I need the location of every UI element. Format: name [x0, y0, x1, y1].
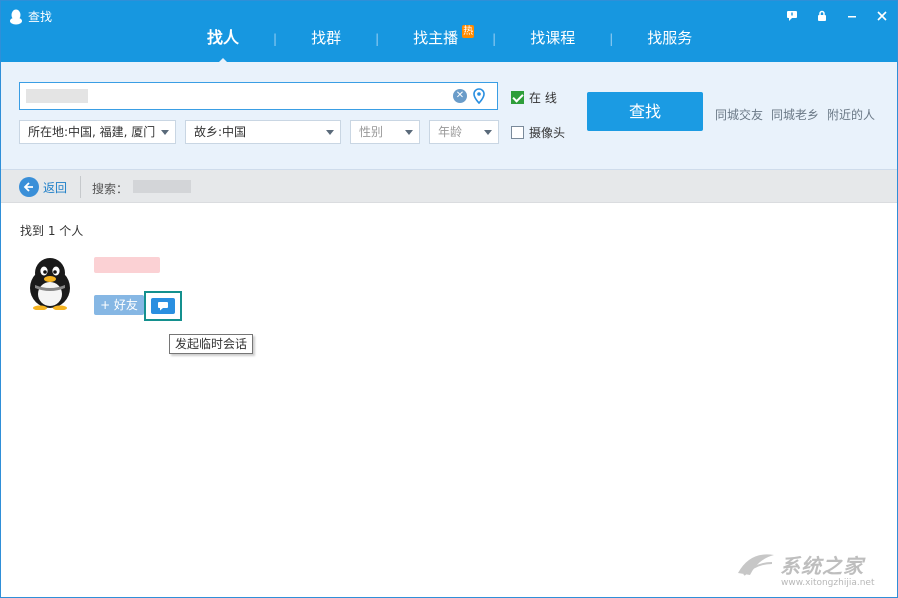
online-check-icon[interactable]: [511, 91, 524, 104]
lock-icon[interactable]: [813, 7, 831, 25]
search-button[interactable]: 查找: [587, 92, 703, 131]
qq-logo-icon: [9, 9, 23, 25]
quick-link-same-city-friends[interactable]: 同城交友: [715, 106, 763, 123]
clear-icon[interactable]: ✕: [453, 89, 467, 103]
camera-checkbox[interactable]: 摄像头: [511, 124, 565, 141]
avatar[interactable]: [25, 256, 75, 310]
online-checkbox[interactable]: 在 线: [511, 89, 557, 106]
find-window: 查找 找人 | 找群 | 找主播 热 |: [0, 0, 898, 598]
result-count: 找到 1 个人: [20, 222, 83, 239]
online-label: 在 线: [529, 89, 557, 106]
search-label: 搜索：: [92, 180, 128, 197]
tab-divider: |: [351, 32, 403, 46]
watermark-url: www.xitongzhijia.net: [781, 578, 874, 588]
location-pin-icon[interactable]: [472, 88, 486, 104]
app-title: 查找: [9, 8, 52, 25]
tab-find-service[interactable]: 找服务: [637, 27, 702, 51]
tab-find-anchor[interactable]: 找主播 热: [403, 27, 468, 51]
window-controls: [783, 7, 891, 25]
chevron-down-icon: [326, 130, 334, 135]
chevron-down-icon: [161, 130, 169, 135]
search-input[interactable]: ✕: [19, 82, 498, 110]
chat-bubble-icon: [157, 301, 169, 311]
nav-divider: [80, 176, 81, 198]
back-arrow-icon: [19, 177, 39, 197]
nickname-redacted: [94, 257, 160, 273]
search-panel: ✕ 在 线 所在地:中国, 福建, 厦门 故乡:中国 性别 年龄 摄像头 查找: [1, 62, 897, 170]
tab-find-people[interactable]: 找人: [197, 27, 249, 51]
camera-check-icon[interactable]: [511, 126, 524, 139]
chevron-down-icon: [405, 130, 413, 135]
tab-divider: |: [585, 32, 637, 46]
close-icon[interactable]: [873, 7, 891, 25]
quick-link-nearby-people[interactable]: 附近的人: [827, 106, 875, 123]
temp-chat-tooltip: 发起临时会话: [169, 334, 253, 354]
age-select[interactable]: 年龄: [429, 120, 499, 144]
add-friend-button[interactable]: + 好友: [94, 295, 144, 315]
location-select[interactable]: 所在地:中国, 福建, 厦门: [19, 120, 176, 144]
tab-divider: |: [468, 32, 520, 46]
hot-badge: 热: [462, 25, 474, 38]
chevron-down-icon: [484, 130, 492, 135]
watermark-icon: [736, 549, 776, 579]
watermark-text: 系统之家: [780, 550, 864, 579]
watermark-logo: 系统之家: [736, 549, 864, 579]
title-bar: 查找 找人 | 找群 | 找主播 热 |: [1, 1, 897, 62]
back-label: 返回: [43, 179, 67, 196]
search-input-value-redacted: [26, 89, 88, 103]
tab-divider: |: [249, 32, 301, 46]
gender-select[interactable]: 性别: [350, 120, 420, 144]
quick-links: 同城交友 同城老乡 附近的人: [715, 106, 875, 123]
quick-link-same-city-hometown[interactable]: 同城老乡: [771, 106, 819, 123]
camera-label: 摄像头: [529, 124, 565, 141]
tab-find-group[interactable]: 找群: [301, 27, 351, 51]
back-button[interactable]: 返回: [19, 177, 67, 197]
feedback-icon[interactable]: [783, 7, 801, 25]
window-title: 查找: [28, 8, 52, 25]
minimize-icon[interactable]: [843, 7, 861, 25]
tab-find-course[interactable]: 找课程: [520, 27, 585, 51]
result-nav-bar: 返回 搜索：: [1, 170, 897, 203]
tab-bar: 找人 | 找群 | 找主播 热 | 找课程 | 找服务: [197, 27, 702, 51]
temp-chat-button[interactable]: [151, 298, 175, 314]
temp-chat-highlight: [144, 291, 182, 321]
hometown-select[interactable]: 故乡:中国: [185, 120, 341, 144]
search-term-redacted: [133, 180, 191, 193]
